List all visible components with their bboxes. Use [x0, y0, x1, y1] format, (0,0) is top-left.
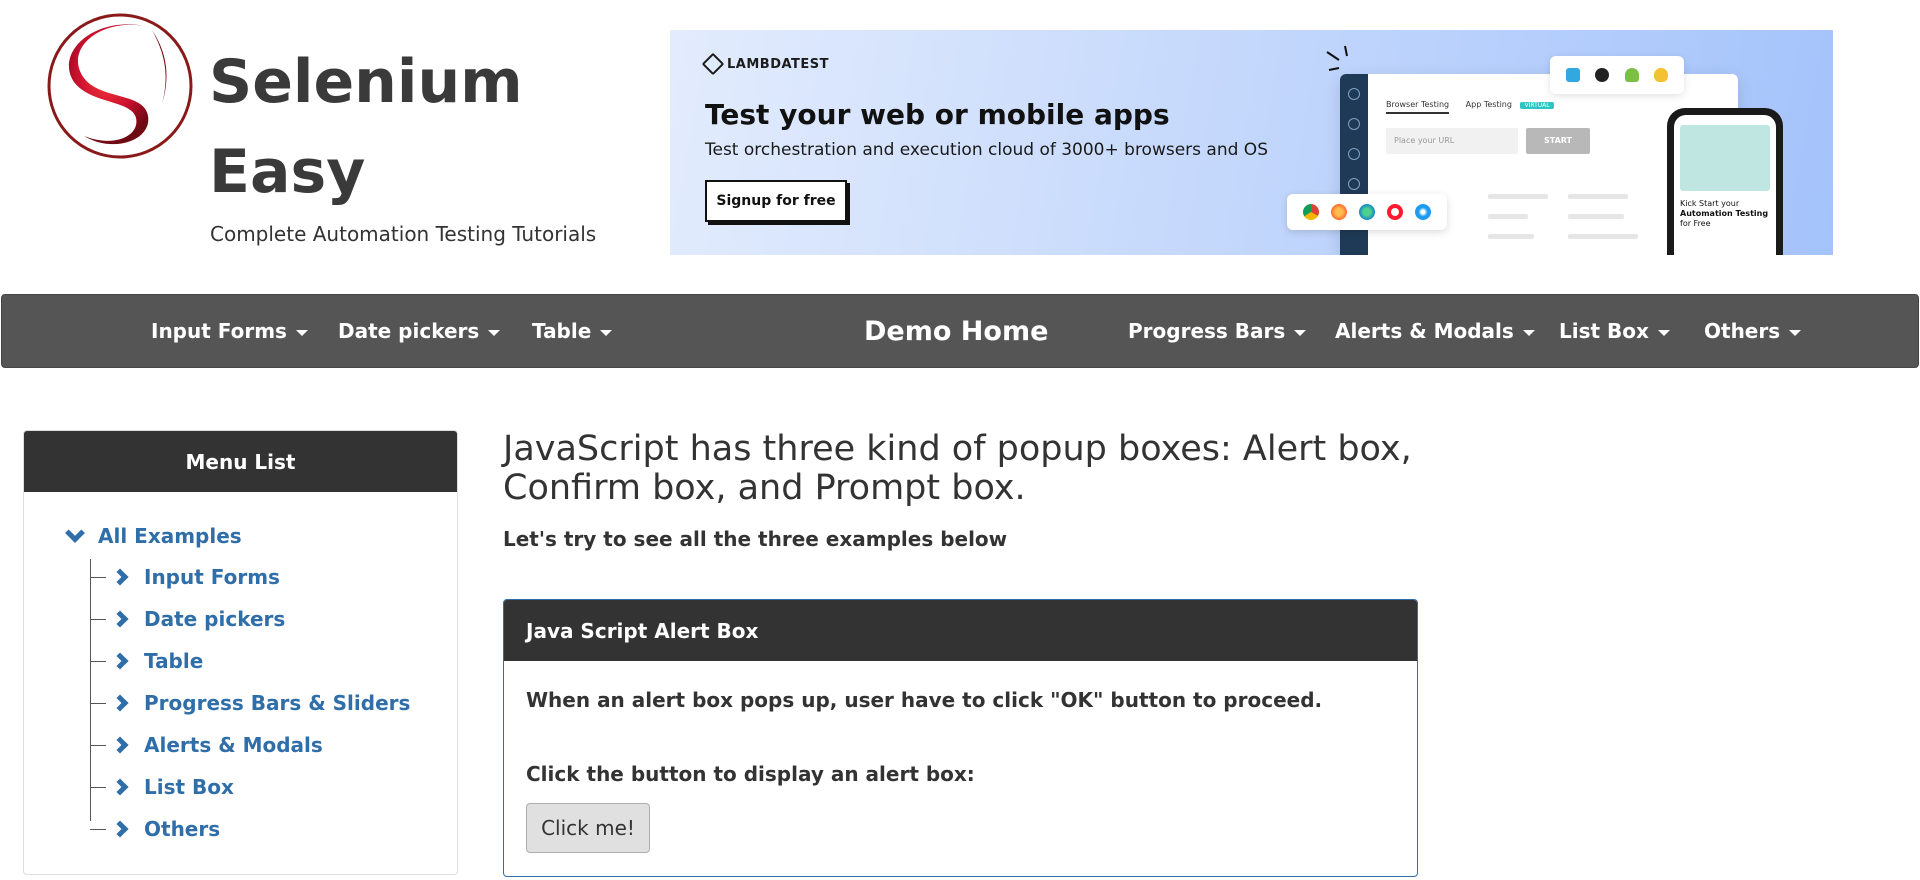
tree-item-label: Others — [144, 817, 221, 841]
chevron-right-icon — [111, 568, 129, 586]
tree-item-label: Input Forms — [144, 565, 280, 589]
lambdatest-ad-banner[interactable]: LAMBDATEST Test your web or mobile apps … — [670, 30, 1833, 255]
chevron-right-icon — [111, 694, 129, 712]
mockup-tab-badge: VIRTUAL — [1520, 102, 1554, 109]
edge-icon — [1359, 204, 1375, 220]
chevron-right-icon — [111, 736, 129, 754]
nav-table-label: Table — [532, 319, 592, 343]
caret-down-icon — [295, 329, 308, 336]
nav-input-forms-label: Input Forms — [151, 319, 287, 343]
lambdatest-brand-text: LAMBDATEST — [727, 56, 830, 72]
selenium-easy-logo-icon[interactable] — [44, 8, 196, 160]
menu-list-title: Menu List — [24, 431, 457, 492]
nav-list-box-label: List Box — [1559, 319, 1649, 343]
mockup-url-field: Place your URL — [1386, 128, 1518, 154]
chevron-right-icon — [111, 652, 129, 670]
nav-others-dropdown[interactable]: Others — [1704, 295, 1802, 367]
windows-icon — [1565, 68, 1580, 82]
tree-item-date-pickers[interactable]: Date pickers — [90, 604, 285, 634]
chevron-right-icon — [111, 778, 129, 796]
brand-name-line2[interactable]: Easy — [209, 142, 365, 202]
ad-subline: Test orchestration and execution cloud o… — [705, 140, 1268, 160]
page-title: JavaScript has three kind of popup boxes… — [503, 429, 1412, 508]
nav-table-dropdown[interactable]: Table — [532, 295, 613, 367]
phone-text-line3: for Free — [1680, 219, 1711, 228]
lambdatest-logo-icon — [701, 52, 725, 76]
click-me-button[interactable]: Click me! — [526, 803, 650, 853]
opera-icon — [1387, 204, 1403, 220]
tree-item-label: List Box — [144, 775, 234, 799]
chevron-down-icon — [65, 523, 85, 543]
ad-signup-button[interactable]: Signup for free — [705, 180, 847, 222]
caret-down-icon — [1657, 329, 1670, 336]
lambdatest-logo: LAMBDATEST — [701, 52, 830, 76]
mockup-tab-app: App Testing — [1465, 100, 1512, 109]
tree-item-input-forms[interactable]: Input Forms — [90, 562, 280, 592]
apple-icon — [1595, 68, 1610, 82]
page-subtitle: Let's try to see all the three examples … — [503, 527, 1008, 551]
chrome-icon — [1303, 204, 1319, 220]
panel-description: When an alert box pops up, user have to … — [526, 688, 1323, 712]
nav-demo-home-link[interactable]: Demo Home — [864, 295, 1048, 367]
nav-alerts-modals-label: Alerts & Modals — [1335, 319, 1514, 343]
tree-item-label: Table — [144, 649, 204, 673]
phone-text-line1: Kick Start your — [1680, 199, 1740, 208]
ad-os-icons — [1550, 56, 1684, 94]
mockup-tab-browser: Browser Testing — [1386, 100, 1450, 114]
nav-progress-bars-dropdown[interactable]: Progress Bars — [1128, 295, 1307, 367]
tree-item-table[interactable]: Table — [90, 646, 203, 676]
tree-root-label: All Examples — [98, 524, 242, 548]
nav-date-pickers-label: Date pickers — [338, 319, 480, 343]
android-icon — [1624, 68, 1639, 82]
tree-item-label: Alerts & Modals — [144, 733, 323, 757]
brand-name-line1[interactable]: Selenium — [209, 52, 523, 112]
tree-item-others[interactable]: Others — [90, 814, 220, 844]
tree-item-alerts-modals[interactable]: Alerts & Modals — [90, 730, 323, 760]
site-header: Selenium Easy Complete Automation Testin… — [0, 0, 1920, 290]
tree-item-label: Date pickers — [144, 607, 286, 631]
nav-alerts-modals-dropdown[interactable]: Alerts & Modals — [1335, 295, 1535, 367]
nav-date-pickers-dropdown[interactable]: Date pickers — [338, 295, 501, 367]
firefox-icon — [1331, 204, 1347, 220]
safari-icon — [1415, 204, 1431, 220]
caret-down-icon — [1522, 329, 1535, 336]
mockup-start-button: START — [1526, 128, 1590, 154]
linux-icon — [1654, 68, 1669, 82]
caret-down-icon — [600, 329, 613, 336]
caret-down-icon — [1789, 329, 1802, 336]
caret-down-icon — [488, 329, 501, 336]
alert-box-panel: Java Script Alert Box When an alert box … — [503, 599, 1418, 877]
nav-others-label: Others — [1704, 319, 1781, 343]
site-tagline: Complete Automation Testing Tutorials — [210, 222, 597, 246]
tree-root-all-examples[interactable]: All Examples — [64, 523, 242, 548]
nav-progress-bars-label: Progress Bars — [1128, 319, 1286, 343]
main-navbar: Input Forms Date pickers Table Demo Home… — [1, 294, 1919, 368]
phone-text: Kick Start your Automation Testing for F… — [1680, 199, 1768, 229]
menu-list-sidebar: Menu List All Examples Input Forms Date … — [23, 430, 458, 875]
tree-item-label: Progress Bars & Sliders — [144, 691, 411, 715]
chevron-right-icon — [111, 610, 129, 628]
tree-item-progress-bars-sliders[interactable]: Progress Bars & Sliders — [90, 688, 410, 718]
ad-browser-icons — [1287, 194, 1447, 230]
phone-illustration — [1680, 125, 1770, 191]
phone-text-line2: Automation Testing — [1680, 209, 1769, 218]
caret-down-icon — [1294, 329, 1307, 336]
chevron-right-icon — [111, 820, 129, 838]
nav-list-box-dropdown[interactable]: List Box — [1559, 295, 1670, 367]
tree-item-list-box[interactable]: List Box — [90, 772, 234, 802]
panel-heading: Java Script Alert Box — [504, 600, 1417, 661]
ad-headline: Test your web or mobile apps — [705, 98, 1170, 131]
ad-phone-mockup: Kick Start your Automation Testing for F… — [1667, 108, 1783, 255]
nav-input-forms-dropdown[interactable]: Input Forms — [151, 295, 308, 367]
mockup-tabs: Browser Testing App Testing VIRTUAL — [1386, 100, 1554, 114]
panel-instruction: Click the button to display an alert box… — [526, 762, 975, 786]
